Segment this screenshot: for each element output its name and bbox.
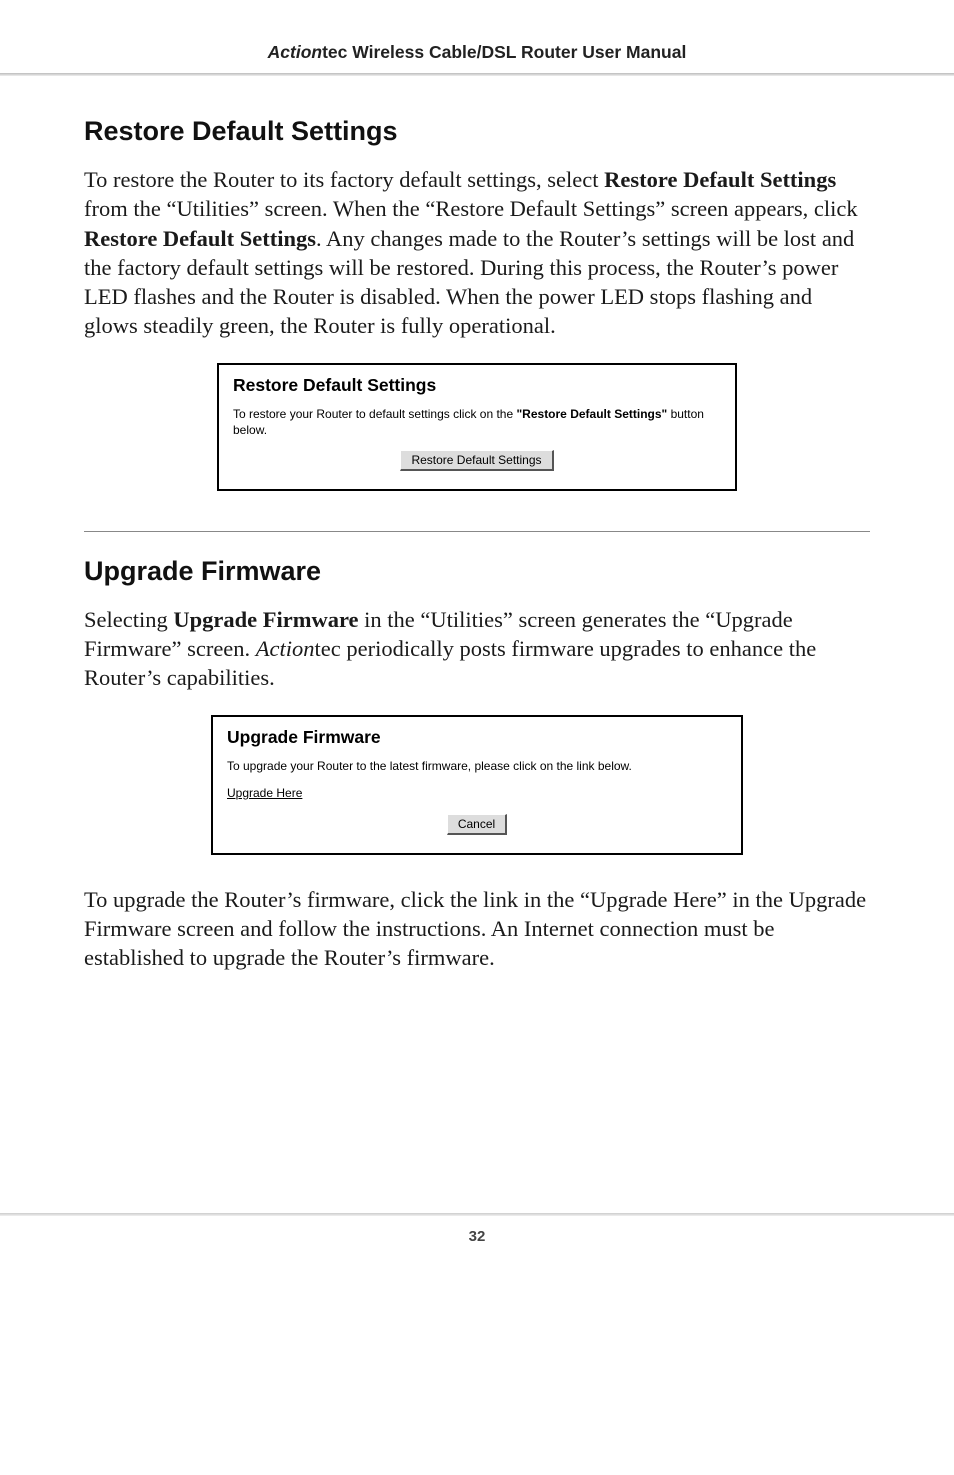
upgrade-box-text: To upgrade your Router to the latest fir… <box>227 758 727 774</box>
brand-italic: Action <box>268 42 322 62</box>
footer: 32 <box>0 1213 954 1267</box>
upgrade-here-link[interactable]: Upgrade Here <box>227 786 727 800</box>
text-segment: Selecting <box>84 607 173 632</box>
upgrade-button-row: Cancel <box>227 814 727 835</box>
text-segment: To restore the Router to its factory def… <box>84 167 604 192</box>
text-bold: "Restore Default Settings" <box>516 407 667 421</box>
page-content: Restore Default Settings To restore the … <box>0 116 954 973</box>
header-divider <box>0 73 954 76</box>
text-segment: To restore your Router to default settin… <box>233 407 516 421</box>
restore-box-title: Restore Default Settings <box>233 375 721 396</box>
text-italic: Action <box>256 636 315 661</box>
restore-button-row: Restore Default Settings <box>233 450 721 471</box>
footer-divider <box>0 1213 954 1216</box>
text-bold: Upgrade Firmware <box>173 607 358 632</box>
restore-box-text: To restore your Router to default settin… <box>233 406 721 438</box>
upgrade-box-title: Upgrade Firmware <box>227 727 727 748</box>
text-bold: Restore Default Settings <box>604 167 836 192</box>
page-header: Actiontec Wireless Cable/DSL Router User… <box>0 0 954 73</box>
upgrade-instructions-paragraph: To upgrade the Router’s firmware, click … <box>84 885 870 973</box>
section-heading-restore: Restore Default Settings <box>84 116 870 147</box>
header-title: Wireless Cable/DSL Router User Manual <box>347 42 686 62</box>
brand-rest: tec <box>322 42 347 62</box>
upgrade-paragraph: Selecting Upgrade Firmware in the “Utili… <box>84 605 870 693</box>
section-heading-upgrade: Upgrade Firmware <box>84 556 870 587</box>
text-segment: from the “Utilities” screen. When the “R… <box>84 196 858 221</box>
restore-default-settings-button[interactable]: Restore Default Settings <box>400 450 553 471</box>
restore-paragraph: To restore the Router to its factory def… <box>84 165 870 341</box>
page-number: 32 <box>0 1228 954 1267</box>
restore-dialog-box: Restore Default Settings To restore your… <box>217 363 737 491</box>
upgrade-dialog-box: Upgrade Firmware To upgrade your Router … <box>211 715 743 855</box>
text-bold: Restore Default Settings <box>84 226 316 251</box>
section-divider <box>84 531 870 532</box>
cancel-button[interactable]: Cancel <box>447 814 507 835</box>
